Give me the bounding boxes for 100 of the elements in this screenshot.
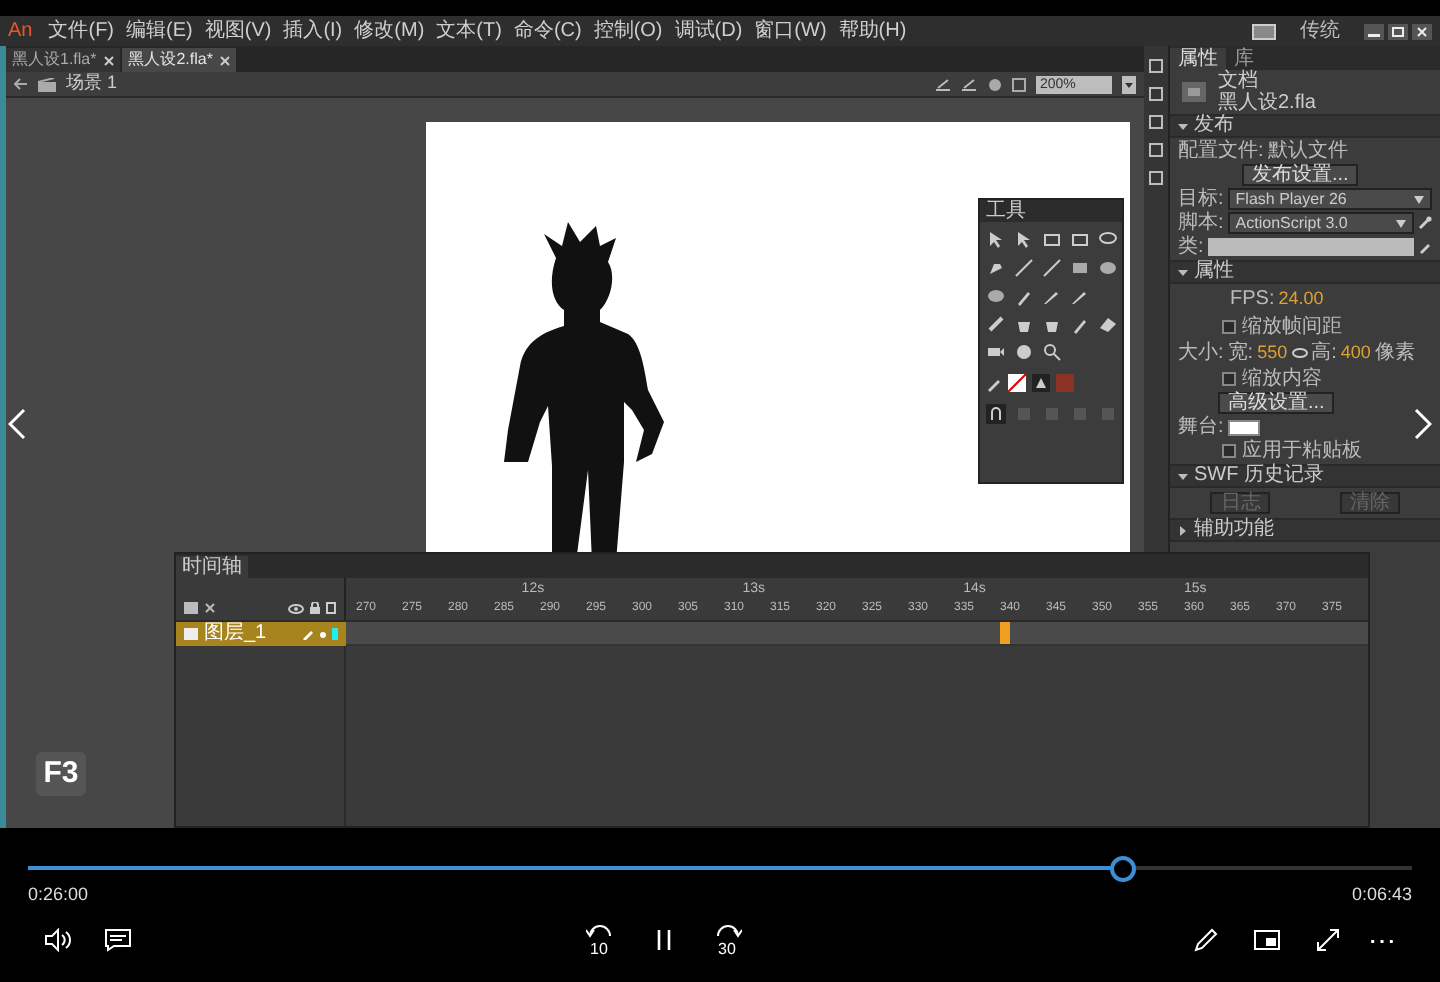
checkbox-label: 缩放内容 <box>1242 368 1322 390</box>
panel-tab[interactable]: 属性 <box>1170 48 1226 70</box>
camera-icon[interactable] <box>986 342 1006 362</box>
fullscreen-icon[interactable] <box>1316 927 1340 951</box>
stage-color-swatch[interactable] <box>1227 419 1260 435</box>
field-value: 默认文件 <box>1267 140 1348 162</box>
rectangle-icon[interactable] <box>1070 258 1090 278</box>
lock-icon[interactable] <box>310 602 320 614</box>
line-icon[interactable] <box>1014 258 1034 278</box>
field-label: 类: <box>1178 236 1204 258</box>
class-field[interactable] <box>1207 238 1414 256</box>
volume-icon[interactable] <box>44 927 72 951</box>
skip-back-button[interactable]: 10 <box>581 921 617 957</box>
pen-icon[interactable] <box>986 258 1006 278</box>
scene-label: 场景 1 <box>66 70 118 97</box>
checkbox[interactable] <box>1222 444 1236 458</box>
checkbox-label: 应用于粘贴板 <box>1242 440 1362 462</box>
zoom-icon[interactable] <box>1042 342 1062 362</box>
seek-thumb[interactable] <box>1109 855 1136 881</box>
pen-icon[interactable] <box>1194 927 1218 951</box>
section-header[interactable]: SWF 历史记录 <box>1170 464 1440 488</box>
section-header[interactable]: 辅助功能 <box>1170 518 1440 542</box>
field-label: 宽: <box>1227 341 1254 364</box>
minimize-icon[interactable] <box>1364 23 1384 39</box>
dropdown-caret-icon <box>1396 219 1406 227</box>
menu-item[interactable]: 修改(M) <box>354 16 425 46</box>
panel-button[interactable]: 发布设置... <box>1242 164 1359 186</box>
oval-icon[interactable] <box>1098 258 1118 278</box>
maximize-icon[interactable] <box>1388 23 1408 39</box>
close-icon[interactable] <box>104 55 115 65</box>
clapperboard-icon <box>38 77 56 91</box>
document-icon <box>1182 82 1206 102</box>
field-label: 舞台: <box>1178 416 1224 438</box>
width-value[interactable]: 550 <box>1257 339 1288 366</box>
menu-item[interactable]: 视图(V) <box>204 16 272 46</box>
menu-item[interactable]: 编辑(E) <box>126 16 193 46</box>
pencil-icon[interactable] <box>1418 240 1432 254</box>
line-icon[interactable] <box>1042 258 1062 278</box>
field-label: FPS: <box>1230 288 1275 311</box>
layer-color-tag <box>332 628 338 640</box>
delete-icon[interactable] <box>204 602 216 614</box>
panel-tab[interactable]: 库 <box>1226 48 1262 70</box>
panel-title: 工具 <box>986 200 1026 222</box>
pencil-icon[interactable] <box>986 375 1002 391</box>
skip-forward-button[interactable]: 30 <box>709 921 745 957</box>
field-label: 配置文件: <box>1178 140 1264 162</box>
unit-label: 像素 <box>1374 341 1415 364</box>
section-header[interactable]: 发布 <box>1170 114 1440 138</box>
menu-item[interactable]: 帮助(H) <box>838 16 907 46</box>
field-label: 脚本: <box>1178 212 1224 234</box>
oval-icon[interactable] <box>986 286 1006 306</box>
height-value[interactable]: 400 <box>1340 339 1371 366</box>
magnet-icon[interactable] <box>986 404 1006 424</box>
fill-color-swatch[interactable] <box>1056 374 1074 392</box>
playhead-marker[interactable] <box>1000 622 1011 644</box>
back-arrow-icon[interactable] <box>14 78 28 90</box>
workspace-switcher[interactable]: 传统 <box>1300 16 1340 46</box>
dropdown-caret-icon <box>1414 195 1424 203</box>
outline-icon[interactable] <box>326 602 336 614</box>
clockwise-arrow-icon <box>713 921 741 937</box>
document-tab[interactable]: 黑人设2.fla* <box>122 48 237 72</box>
lasso-icon[interactable] <box>1098 230 1118 250</box>
dropdown-caret-icon[interactable] <box>1122 75 1136 93</box>
field-label: 大小: <box>1178 341 1224 364</box>
counterclockwise-arrow-icon <box>585 921 613 937</box>
panel-button[interactable]: 高级设置... <box>1218 392 1335 414</box>
total-time: 0:06:43 <box>1351 882 1412 908</box>
eye-icon[interactable] <box>288 604 304 614</box>
checkbox[interactable] <box>1222 319 1236 333</box>
target-dropdown[interactable]: Flash Player 26 <box>1227 188 1432 210</box>
close-icon[interactable] <box>220 55 231 65</box>
more-button[interactable]: ⋯ <box>1368 927 1396 951</box>
menu-item[interactable]: 控制(O) <box>593 16 663 46</box>
menu-item[interactable]: 窗口(W) <box>754 16 827 46</box>
section-header[interactable]: 属性 <box>1170 260 1440 284</box>
menu-item[interactable]: 文本(T) <box>436 16 502 46</box>
menu-item[interactable]: 插入(I) <box>283 16 343 46</box>
no-stroke-swatch-icon[interactable] <box>1008 374 1026 392</box>
shortcut-badge: F3 <box>36 752 86 796</box>
layer-row[interactable]: 图层_1 <box>176 622 346 646</box>
mini-player-icon[interactable] <box>1254 929 1280 949</box>
checkbox[interactable] <box>1222 372 1236 386</box>
eraser-icon[interactable] <box>1098 314 1118 334</box>
script-dropdown[interactable]: ActionScript 3.0 <box>1227 212 1414 234</box>
field-label: 高: <box>1311 341 1337 364</box>
document-tab[interactable]: 黑人设1.fla* <box>6 48 121 72</box>
menu-item[interactable]: 调试(D) <box>674 16 743 46</box>
menu-item[interactable]: 文件(F) <box>48 16 115 46</box>
fps-value[interactable]: 24.00 <box>1278 286 1324 313</box>
expanded-caret-icon <box>1178 267 1188 277</box>
center-stage-icon[interactable] <box>988 77 1002 91</box>
seek-bar[interactable] <box>28 854 1412 882</box>
close-icon[interactable] <box>1412 23 1432 39</box>
panel-tab[interactable]: 时间轴 <box>176 556 248 578</box>
pause-icon[interactable] <box>653 927 673 951</box>
expanded-caret-icon <box>1178 121 1188 131</box>
wrench-icon[interactable] <box>1418 216 1432 230</box>
menu-item[interactable]: 命令(C) <box>513 16 582 46</box>
elapsed-time: 0:26:00 <box>28 882 89 908</box>
subtitles-icon[interactable] <box>104 927 132 951</box>
